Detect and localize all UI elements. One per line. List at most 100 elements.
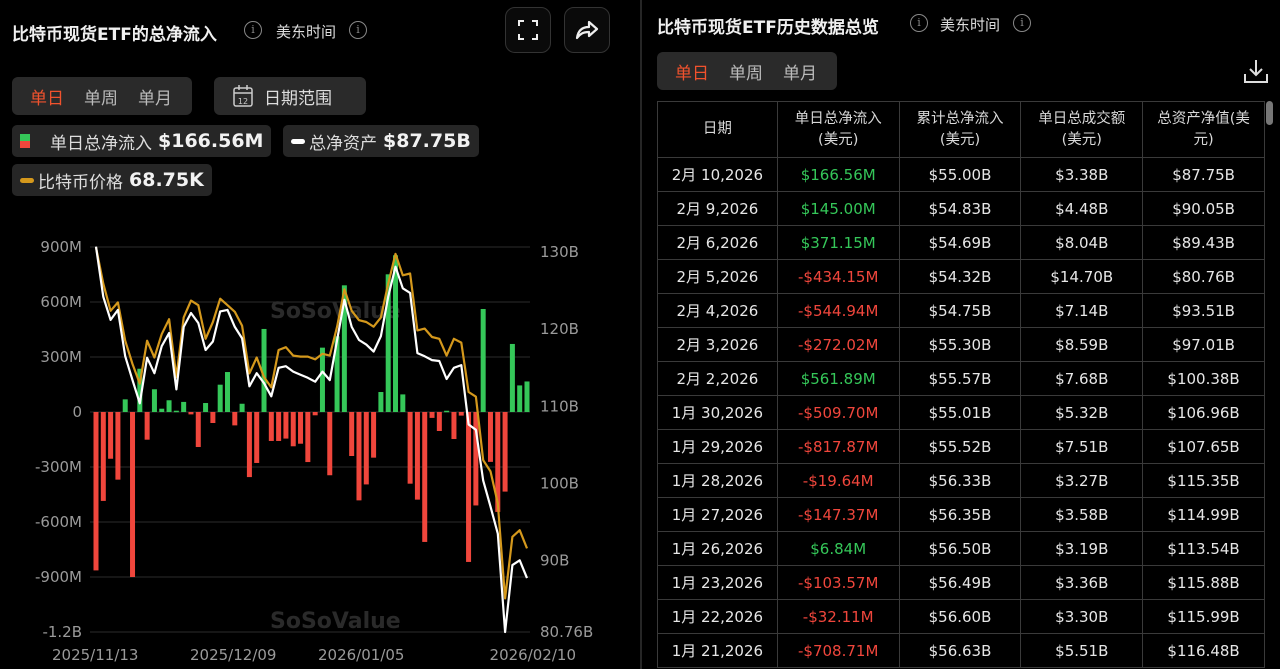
table-cell: -$544.94M <box>776 293 900 328</box>
table-row[interactable]: 2月 6,2026 $371.15M $54.69B $8.04B $89.43B <box>657 225 1265 260</box>
inflow-bar <box>108 412 114 459</box>
inflow-bar <box>130 412 136 577</box>
inflow-bar <box>166 400 172 412</box>
table-row[interactable]: 2月 3,2026 -$272.02M $55.30B $8.59B $97.01B <box>657 327 1265 362</box>
inflow-bar <box>502 412 508 492</box>
table-cell: $54.75B <box>898 293 1022 328</box>
y-left-tick-label: -1.2B <box>42 623 82 641</box>
timezone-info-icon[interactable]: i <box>1013 14 1031 32</box>
tab-monthly[interactable]: 单月 <box>773 59 827 84</box>
column-header-line: (美元) <box>818 131 859 148</box>
table-cell: $97.01B <box>1142 327 1265 362</box>
x-tick-label: 2025/11/13 <box>52 646 138 664</box>
table-cell: 1月 26,2026 <box>657 531 778 566</box>
history-table: 日期 单日总净流入 (美元) 累计总净流入 (美元) 单日总成交额 (美元) 总资产净值(美元… <box>657 101 1265 668</box>
table-cell: $3.58B <box>1020 497 1144 532</box>
table-cell: 2月 4,2026 <box>657 293 778 328</box>
y-right-tick-label: 120B <box>540 320 579 338</box>
y-right-tick-label: 90B <box>540 552 569 570</box>
inflow-bar <box>239 403 245 412</box>
inflow-chart[interactable]: SoSoValue SoSoValue 900M600M300M0-300M-6… <box>0 0 640 669</box>
table-row[interactable]: 1月 26,2026 $6.84M $56.50B $3.19B $113.54B <box>657 531 1265 566</box>
table-cell: $3.36B <box>1020 565 1144 600</box>
inflow-bar <box>407 412 413 484</box>
x-tick-label: 2025/12/09 <box>190 646 276 664</box>
table-row[interactable]: 2月 2,2026 $561.89M $55.57B $7.68B $100.38B <box>657 361 1265 396</box>
table-cell: -$19.64M <box>776 463 900 498</box>
table-row[interactable]: 2月 5,2026 -$434.15M $54.32B $14.70B $80.76B <box>657 259 1265 294</box>
y-right-tick-label: 110B <box>540 397 579 415</box>
inflow-bar <box>327 412 333 476</box>
table-row[interactable]: 2月 10,2026 $166.56M $55.00B $3.38B $87.75B <box>657 157 1265 192</box>
table-cell: $8.59B <box>1020 327 1144 362</box>
y-left-tick-label: -600M <box>35 513 82 531</box>
table-row[interactable]: 1月 21,2026 -$708.71M $56.63B $5.51B $116.48B <box>657 633 1265 668</box>
table-header-row: 日期 单日总净流入 (美元) 累计总净流入 (美元) 单日总成交额 (美元) 总资产净值(美元… <box>657 101 1265 158</box>
tab-daily[interactable]: 单日 <box>665 59 719 84</box>
inflow-bar <box>195 412 201 448</box>
download-icon[interactable] <box>1243 58 1269 84</box>
inflow-bar <box>356 412 362 501</box>
inflow-bar <box>224 372 230 412</box>
inflow-bar <box>159 408 165 412</box>
table-cell: $54.32B <box>898 259 1022 294</box>
table-cell: $55.30B <box>898 327 1022 362</box>
inflow-bar <box>480 308 486 412</box>
table-cell: $166.56M <box>776 157 900 192</box>
table-cell: $56.60B <box>898 599 1022 634</box>
x-tick-label: 2026/01/05 <box>318 646 404 664</box>
table-cell: -$434.15M <box>776 259 900 294</box>
inflow-bar <box>312 412 318 416</box>
y-left-tick-label: -300M <box>35 458 82 476</box>
table-cell: $6.84M <box>776 531 900 566</box>
inflow-bar <box>371 412 377 458</box>
inflow-bar <box>203 403 209 412</box>
watermark: SoSoValue <box>270 609 401 634</box>
column-header-line: 日期 <box>702 121 732 137</box>
table-cell: $113.54B <box>1142 531 1265 566</box>
inflow-bar <box>276 412 282 441</box>
table-row[interactable]: 1月 29,2026 -$817.87M $55.52B $7.51B $107.65B <box>657 429 1265 464</box>
table-cell: $115.35B <box>1142 463 1265 498</box>
column-header-line: 总资产净值(美 <box>1157 110 1250 127</box>
table-row[interactable]: 2月 9,2026 $145.00M $54.83B $4.48B $90.05B <box>657 191 1265 226</box>
table-period-tabs: 单日 单周 单月 <box>657 52 837 90</box>
table-row[interactable]: 1月 30,2026 -$509.70M $55.01B $5.32B $106.96B <box>657 395 1265 430</box>
table-cell: $55.52B <box>898 429 1022 464</box>
table-cell: $93.51B <box>1142 293 1265 328</box>
table-cell: 2月 5,2026 <box>657 259 778 294</box>
table-cell: $107.65B <box>1142 429 1265 464</box>
inflow-bar <box>319 347 325 412</box>
table-row[interactable]: 1月 27,2026 -$147.37M $56.35B $3.58B $114.99B <box>657 497 1265 532</box>
table-cell: $561.89M <box>776 361 900 396</box>
inflow-bar <box>393 255 399 412</box>
tab-weekly[interactable]: 单周 <box>719 59 773 84</box>
info-icon[interactable]: i <box>910 14 928 32</box>
inflow-bar <box>144 412 150 440</box>
inflow-bar <box>122 399 128 412</box>
column-header: 总资产净值(美 元) <box>1142 101 1265 158</box>
inflow-bar <box>444 410 450 413</box>
y-right-tick-label: 100B <box>540 475 579 493</box>
table-cell: $55.01B <box>898 395 1022 430</box>
table-cell: $116.48B <box>1142 633 1265 668</box>
table-row[interactable]: 1月 23,2026 -$103.57M $56.49B $3.36B $115.88B <box>657 565 1265 600</box>
table-scrollbar[interactable] <box>1266 101 1273 125</box>
table-cell: -$103.57M <box>776 565 900 600</box>
table-cell: $56.63B <box>898 633 1022 668</box>
table-cell: $87.75B <box>1142 157 1265 192</box>
inflow-bar <box>115 412 121 480</box>
table-cell: $4.48B <box>1020 191 1144 226</box>
table-cell: $100.38B <box>1142 361 1265 396</box>
inflow-bar <box>422 412 428 542</box>
inflow-bar <box>283 412 289 439</box>
column-header-line: 元) <box>1193 131 1214 148</box>
table-row[interactable]: 2月 4,2026 -$544.94M $54.75B $7.14B $93.51B <box>657 293 1265 328</box>
inflow-bar <box>173 410 179 413</box>
inflow-bar <box>232 412 238 426</box>
table-row[interactable]: 1月 22,2026 -$32.11M $56.60B $3.30B $115.99B <box>657 599 1265 634</box>
column-header-line: (美元) <box>939 131 981 148</box>
table-cell: 2月 3,2026 <box>657 327 778 362</box>
inflow-bar <box>466 412 472 562</box>
table-row[interactable]: 1月 28,2026 -$19.64M $56.33B $3.27B $115.35B <box>657 463 1265 498</box>
